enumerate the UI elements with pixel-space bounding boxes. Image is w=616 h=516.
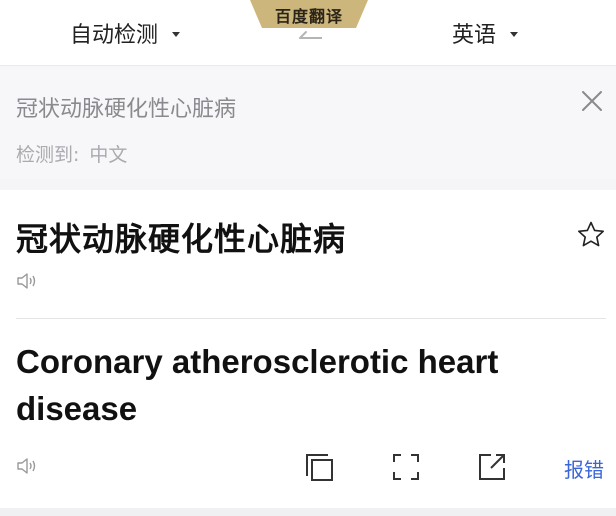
favorite-button[interactable] (576, 220, 606, 250)
source-input[interactable]: 冠状动脉硬化性心脏病 (16, 91, 236, 123)
source-language-selector[interactable]: 自动检测 (70, 18, 181, 48)
target-language-selector[interactable]: 英语 (452, 18, 519, 48)
brand-logo-text: 百度翻译 (274, 7, 343, 26)
detected-language-value: 中文 (89, 144, 128, 166)
detected-language: 检测到: 中文 (16, 140, 127, 167)
chevron-down-icon (172, 31, 181, 37)
source-word: 冠状动脉硬化性心脏病 (16, 220, 347, 258)
target-language-label: 英语 (452, 23, 497, 48)
report-error-link[interactable]: 报错 (564, 454, 604, 483)
detected-language-label: 检测到: (16, 144, 80, 166)
speaker-icon (17, 458, 36, 474)
fullscreen-icon (393, 454, 419, 480)
divider (16, 318, 606, 319)
share-button[interactable] (477, 452, 507, 482)
speaker-icon (17, 273, 36, 289)
copy-button[interactable] (304, 452, 334, 482)
copy-icon (306, 454, 333, 481)
clear-input-button[interactable] (579, 88, 605, 114)
top-bar: 百度翻译 自动检测 英语 (0, 0, 616, 66)
speak-source-button[interactable] (16, 271, 38, 291)
source-language-label: 自动检测 (70, 23, 159, 48)
speak-translation-button[interactable] (16, 456, 38, 476)
share-icon (479, 454, 505, 480)
star-icon (578, 221, 604, 247)
fullscreen-button[interactable] (391, 452, 421, 482)
brand-tab: 百度翻译 (250, 0, 368, 28)
translation-text: Coronary atherosclerotic heart disease (16, 343, 499, 427)
chevron-down-icon (510, 31, 519, 37)
close-icon (582, 91, 602, 111)
bottom-strip (0, 508, 616, 516)
swap-arrows-icon (299, 31, 322, 39)
swap-languages-button[interactable] (296, 26, 326, 44)
